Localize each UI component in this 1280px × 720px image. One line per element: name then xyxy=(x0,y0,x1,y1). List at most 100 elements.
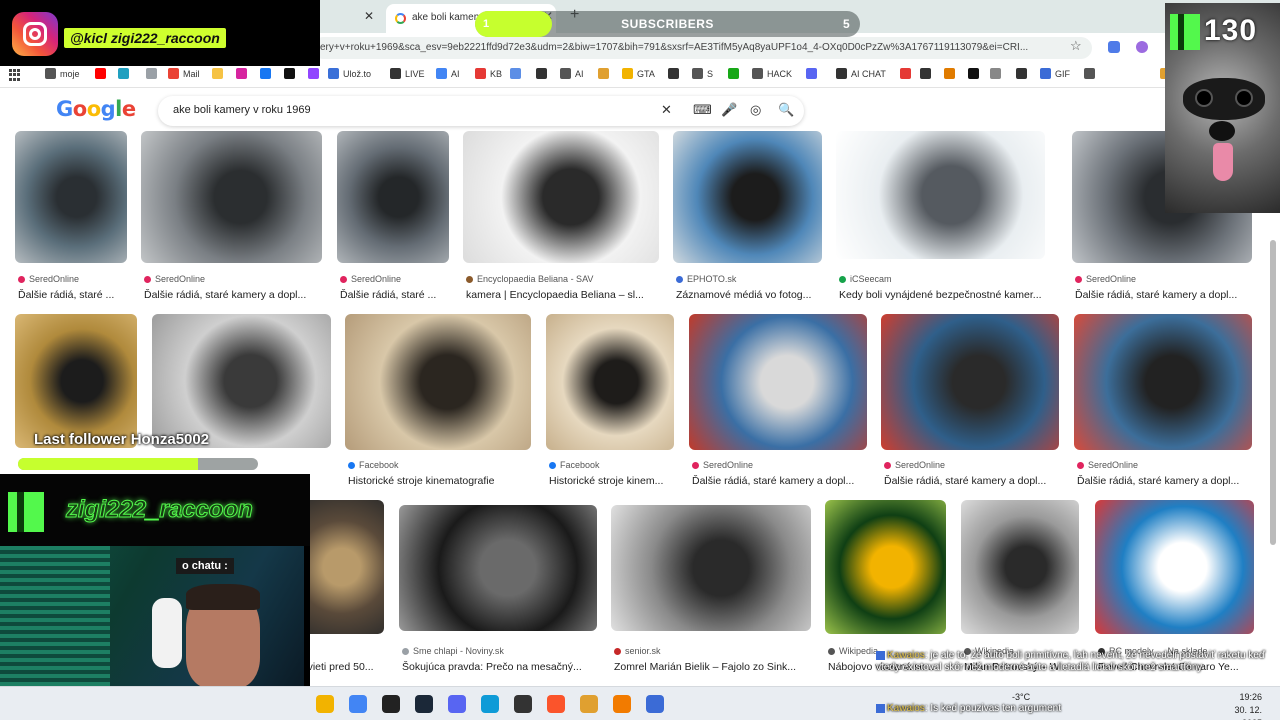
search-box[interactable]: ake boli kamery v roku 1969 ✕ ⌨ 🎤 ◎ 🔍 xyxy=(158,96,804,126)
result-source[interactable]: senior.sk xyxy=(614,646,661,656)
result-thumbnail[interactable] xyxy=(152,314,331,448)
result-thumbnail[interactable] xyxy=(345,314,531,450)
bookmark-item[interactable] xyxy=(212,68,227,79)
result-title[interactable]: Záznamové médiá vo fotog... xyxy=(676,289,811,301)
bookmark-item[interactable] xyxy=(284,68,299,79)
result-title[interactable]: Ďalšie rádiá, staré ... xyxy=(18,289,114,301)
result-title[interactable]: Ďalšie rádiá, staré ... xyxy=(340,289,436,301)
result-title[interactable]: kamera | Encyclopaedia Beliana – sl... xyxy=(466,289,644,301)
result-thumbnail[interactable] xyxy=(463,131,659,263)
result-source[interactable]: Wikipedia xyxy=(828,646,878,656)
epic-games-icon[interactable] xyxy=(382,695,400,713)
result-source[interactable]: Facebook xyxy=(549,460,600,470)
bookmark-item[interactable] xyxy=(920,68,935,79)
app-window-icon[interactable] xyxy=(646,695,664,713)
search-input[interactable]: ake boli kamery v roku 1969 xyxy=(173,104,311,116)
result-thumbnail[interactable] xyxy=(825,500,946,634)
bookmark-item[interactable]: AI xyxy=(436,68,460,79)
result-thumbnail[interactable] xyxy=(836,131,1045,259)
apps-grid-icon[interactable] xyxy=(9,69,21,81)
result-source[interactable]: Encyclopaedia Beliana - SAV xyxy=(466,274,593,284)
search-icon[interactable]: 🔍 xyxy=(778,102,794,118)
bookmark-item[interactable] xyxy=(260,68,275,79)
result-thumbnail[interactable] xyxy=(337,131,449,263)
file-explorer-icon[interactable] xyxy=(316,695,334,713)
result-title[interactable]: Ďalšie rádiá, staré kamery a dopl... xyxy=(1077,475,1239,487)
result-thumbnail[interactable] xyxy=(689,314,867,450)
bookmark-item[interactable]: HACK xyxy=(752,68,792,79)
result-source[interactable]: SeredOnline xyxy=(1077,460,1138,470)
bookmark-item[interactable]: GTA xyxy=(622,68,655,79)
clock[interactable]: 19:26 30. 12. 2025 xyxy=(1222,691,1262,720)
result-thumbnail[interactable] xyxy=(141,131,322,263)
bookmark-item[interactable] xyxy=(944,68,959,79)
bookmark-item[interactable] xyxy=(118,68,133,79)
keyboard-icon[interactable]: ⌨ xyxy=(693,102,712,118)
microphone-icon[interactable]: 🎤 xyxy=(721,102,737,118)
bookmark-item[interactable]: LIVE xyxy=(390,68,425,79)
bookmark-item[interactable]: AI xyxy=(560,68,584,79)
result-title[interactable]: Historické stroje kinematografie xyxy=(348,475,494,487)
result-source[interactable]: Sme chlapi - Noviny.sk xyxy=(402,646,504,656)
edge-icon[interactable] xyxy=(481,695,499,713)
bookmark-item[interactable] xyxy=(146,68,161,79)
brave-icon[interactable] xyxy=(547,695,565,713)
google-logo[interactable]: Google xyxy=(56,97,136,121)
chrome-icon[interactable] xyxy=(349,695,367,713)
bookmark-item[interactable] xyxy=(510,68,525,79)
result-thumbnail[interactable] xyxy=(1095,500,1254,634)
bookmark-item[interactable]: AI CHAT xyxy=(836,68,886,79)
bookmark-item[interactable] xyxy=(668,68,683,79)
result-title[interactable]: Ďalšie rádiá, staré kamery a dopl... xyxy=(692,475,854,487)
result-thumbnail[interactable] xyxy=(881,314,1059,450)
result-thumbnail[interactable] xyxy=(546,314,674,450)
result-source[interactable]: iCSeecam xyxy=(839,274,892,284)
result-thumbnail[interactable] xyxy=(15,131,127,263)
star-icon[interactable]: ☆ xyxy=(1070,38,1082,54)
bookmark-item[interactable]: S xyxy=(692,68,713,79)
clear-icon[interactable]: ✕ xyxy=(661,102,672,118)
result-thumbnail[interactable] xyxy=(961,500,1079,634)
bookmark-item[interactable] xyxy=(95,68,110,79)
bookmark-item[interactable] xyxy=(1016,68,1031,79)
result-title[interactable]: Zomrel Marián Bielik – Fajolo zo Sink... xyxy=(614,661,796,673)
bookmark-item[interactable] xyxy=(598,68,613,79)
result-source[interactable]: SeredOnline xyxy=(692,460,753,470)
translate-icon[interactable] xyxy=(1108,41,1120,53)
result-title[interactable]: Ďalšie rádiá, staré kamery a dopl... xyxy=(144,289,306,301)
result-source[interactable]: Facebook xyxy=(348,460,399,470)
result-source[interactable]: SeredOnline xyxy=(884,460,945,470)
result-title[interactable]: Ďalšie rádiá, staré kamery a dopl... xyxy=(884,475,1046,487)
bookmark-item[interactable] xyxy=(236,68,251,79)
result-title[interactable]: Kedy boli vynájdené bezpečnostné kamer..… xyxy=(839,289,1042,301)
result-thumbnail[interactable] xyxy=(15,314,137,448)
discord-icon[interactable] xyxy=(448,695,466,713)
steam-icon[interactable] xyxy=(415,695,433,713)
result-title[interactable]: Ďalšie rádiá, staré kamery a dopl... xyxy=(1075,289,1237,301)
bookmark-item[interactable]: KB xyxy=(475,68,502,79)
extension-icon[interactable] xyxy=(1136,41,1148,53)
result-source[interactable]: EPHOTO.sk xyxy=(676,274,736,284)
bookmark-item[interactable]: moje xyxy=(45,68,80,79)
weather-temp[interactable]: -3°C xyxy=(1012,692,1030,702)
bookmark-item[interactable] xyxy=(900,68,915,79)
result-source[interactable]: SeredOnline xyxy=(18,274,79,284)
bookmark-item[interactable] xyxy=(990,68,1005,79)
bookmark-item[interactable] xyxy=(308,68,323,79)
lens-icon[interactable]: ◎ xyxy=(750,102,761,118)
result-source[interactable]: SeredOnline xyxy=(144,274,205,284)
result-source[interactable]: SeredOnline xyxy=(340,274,401,284)
address-bar[interactable]: ery+v+roku+1969&sca_esv=9eb2221ffd9d72e3… xyxy=(312,37,1092,59)
bookmark-item[interactable] xyxy=(536,68,551,79)
close-icon[interactable]: ✕ xyxy=(364,9,374,23)
scrollbar[interactable] xyxy=(1270,240,1276,545)
obs-icon[interactable] xyxy=(514,695,532,713)
bookmark-item[interactable] xyxy=(968,68,983,79)
bookmark-item[interactable] xyxy=(806,68,821,79)
bookmark-item[interactable] xyxy=(1084,68,1099,79)
result-title[interactable]: Historické stroje kinem... xyxy=(549,475,663,487)
bookmark-item[interactable] xyxy=(728,68,743,79)
vlc-icon[interactable] xyxy=(613,695,631,713)
result-thumbnail[interactable] xyxy=(399,505,597,631)
bookmark-item[interactable]: Ulož.to xyxy=(328,68,371,79)
